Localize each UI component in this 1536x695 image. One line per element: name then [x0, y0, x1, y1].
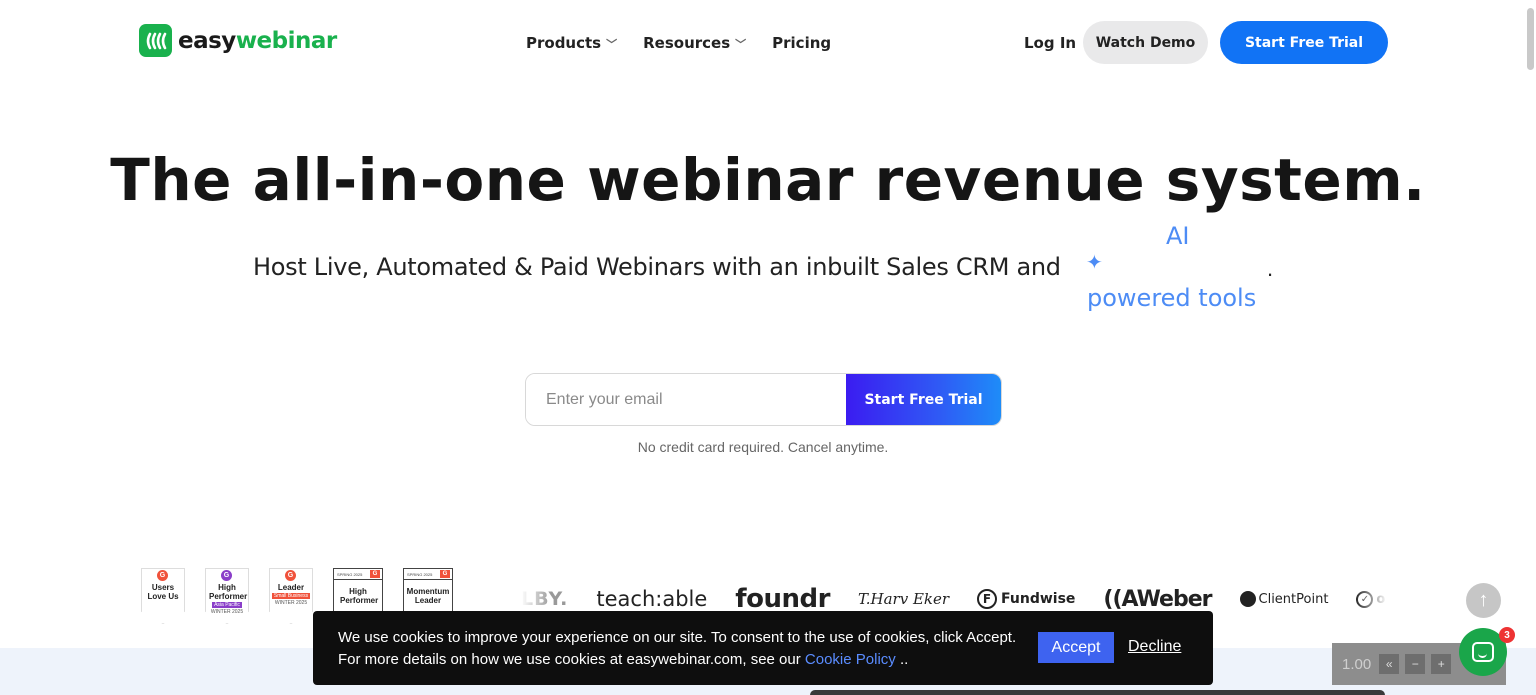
site-header: easywebinar Products ﹀ Resources ﹀ Prici…: [0, 0, 1536, 86]
start-free-trial-button[interactable]: Start Free Trial: [846, 374, 1001, 425]
chat-unread-badge: 3: [1499, 627, 1515, 643]
badge-label: High Performer: [340, 587, 379, 605]
ai-tools-line1: AI: [1166, 222, 1190, 250]
zoom-in-button[interactable]: +: [1431, 654, 1452, 674]
nav-products[interactable]: Products ﹀: [526, 34, 617, 52]
fundwise-f-icon: F: [977, 589, 998, 609]
nav-products-label: Products: [526, 34, 602, 52]
cookie-decline-button[interactable]: Decline: [1128, 638, 1181, 656]
main-nav: Products ﹀ Resources ﹀ Pricing: [526, 34, 831, 52]
logos-fade-right: [1355, 580, 1387, 618]
hero-subtitle: Host Live, Automated & Paid Webinars wit…: [253, 253, 1061, 281]
arrow-up-icon: ↑: [1478, 589, 1489, 611]
cookie-banner: We use cookies to improve your experienc…: [313, 611, 1213, 685]
badge-label: Momentum Leader: [406, 587, 450, 605]
g2-badge-users-love-us: Users Love Us G: [141, 568, 185, 626]
logo-waves-icon: [139, 24, 172, 57]
sparkle-icon: ✦: [1086, 252, 1103, 274]
g2-icon: G: [370, 570, 380, 578]
cookie-accept-button[interactable]: Accept: [1038, 632, 1114, 663]
g2-badge-leader: Leader Small Business WINTER 2025 G: [269, 568, 313, 626]
brand-logo[interactable]: easywebinar: [139, 24, 337, 57]
logo-clientpoint: ClientPoint: [1239, 591, 1329, 607]
login-link[interactable]: Log In: [1024, 34, 1076, 52]
back-to-top-button[interactable]: ↑: [1466, 583, 1501, 618]
badge-season: WINTER 2025: [210, 609, 244, 615]
logo-signature: T.Harv Eker: [857, 590, 950, 608]
page-scrollbar[interactable]: [1527, 8, 1534, 70]
aweber-text: AWeber: [1121, 586, 1213, 612]
badge-label: Users Love Us: [147, 583, 179, 601]
badge-label: Leader: [277, 583, 305, 592]
chat-icon: [1472, 642, 1494, 662]
chevron-down-icon: ﹀: [735, 38, 747, 51]
cookie-message: We use cookies to improve your experienc…: [338, 627, 1016, 671]
badge-strip: Asia Pacific: [212, 602, 242, 608]
brand-name: easywebinar: [178, 27, 337, 54]
logo-foundr: foundr: [735, 584, 830, 614]
nav-pricing[interactable]: Pricing: [772, 34, 831, 52]
cookie-line2-suffix: ..: [899, 651, 909, 668]
zoom-out-button[interactable]: −: [1405, 654, 1426, 674]
chevron-down-icon: ﹀: [606, 38, 618, 51]
badge-season: WINTER 2025: [274, 600, 308, 606]
cookie-line2: For more details on how we use cookies a…: [338, 649, 1016, 671]
nav-pricing-label: Pricing: [772, 34, 832, 52]
g2-icon: G: [157, 570, 168, 581]
aweber-waves-icon: ((: [1103, 586, 1122, 612]
badge-strip: Small Business: [271, 593, 311, 599]
g2-icon: G: [221, 570, 232, 581]
nav-resources-label: Resources: [643, 34, 731, 52]
start-free-trial-header-button[interactable]: Start Free Trial: [1220, 21, 1388, 64]
preview-card-edge: [810, 690, 1385, 695]
clientpoint-pin-icon: [1239, 591, 1256, 607]
ai-tools-line2: powered tools: [1087, 284, 1257, 312]
nav-resources[interactable]: Resources ﹀: [643, 34, 746, 52]
g2-badge-high-performer-apac: High Performer Asia Pacific WINTER 2025 …: [205, 568, 249, 626]
cookie-line2-prefix: For more details on how we use cookies a…: [338, 651, 801, 668]
watch-demo-button[interactable]: Watch Demo: [1083, 21, 1208, 64]
subtitle-period: .: [1267, 256, 1274, 281]
logo-teachable: teach:able: [596, 587, 708, 611]
zoom-reset-button[interactable]: «: [1379, 654, 1400, 674]
signup-form: Start Free Trial: [525, 373, 1002, 426]
logo-fundwise: F Fundwise: [977, 589, 1075, 609]
email-input[interactable]: [526, 374, 846, 425]
hero-title: The all-in-one webinar revenue system.: [110, 146, 1426, 214]
clientpoint-text: ClientPoint: [1258, 591, 1329, 607]
g2-icon: G: [285, 570, 296, 581]
no-credit-card-note: No credit card required. Cancel anytime.: [637, 439, 889, 455]
cookie-policy-link[interactable]: Cookie Policy: [805, 651, 896, 668]
fundwise-text: Fundwise: [1001, 591, 1076, 607]
badge-label: High Performer: [209, 583, 248, 601]
zoom-level: 1.00: [1342, 655, 1372, 673]
g2-icon: G: [440, 570, 450, 578]
logo-aweber: ((AWeber: [1103, 586, 1213, 612]
cookie-line1: We use cookies to improve your experienc…: [338, 629, 1017, 646]
